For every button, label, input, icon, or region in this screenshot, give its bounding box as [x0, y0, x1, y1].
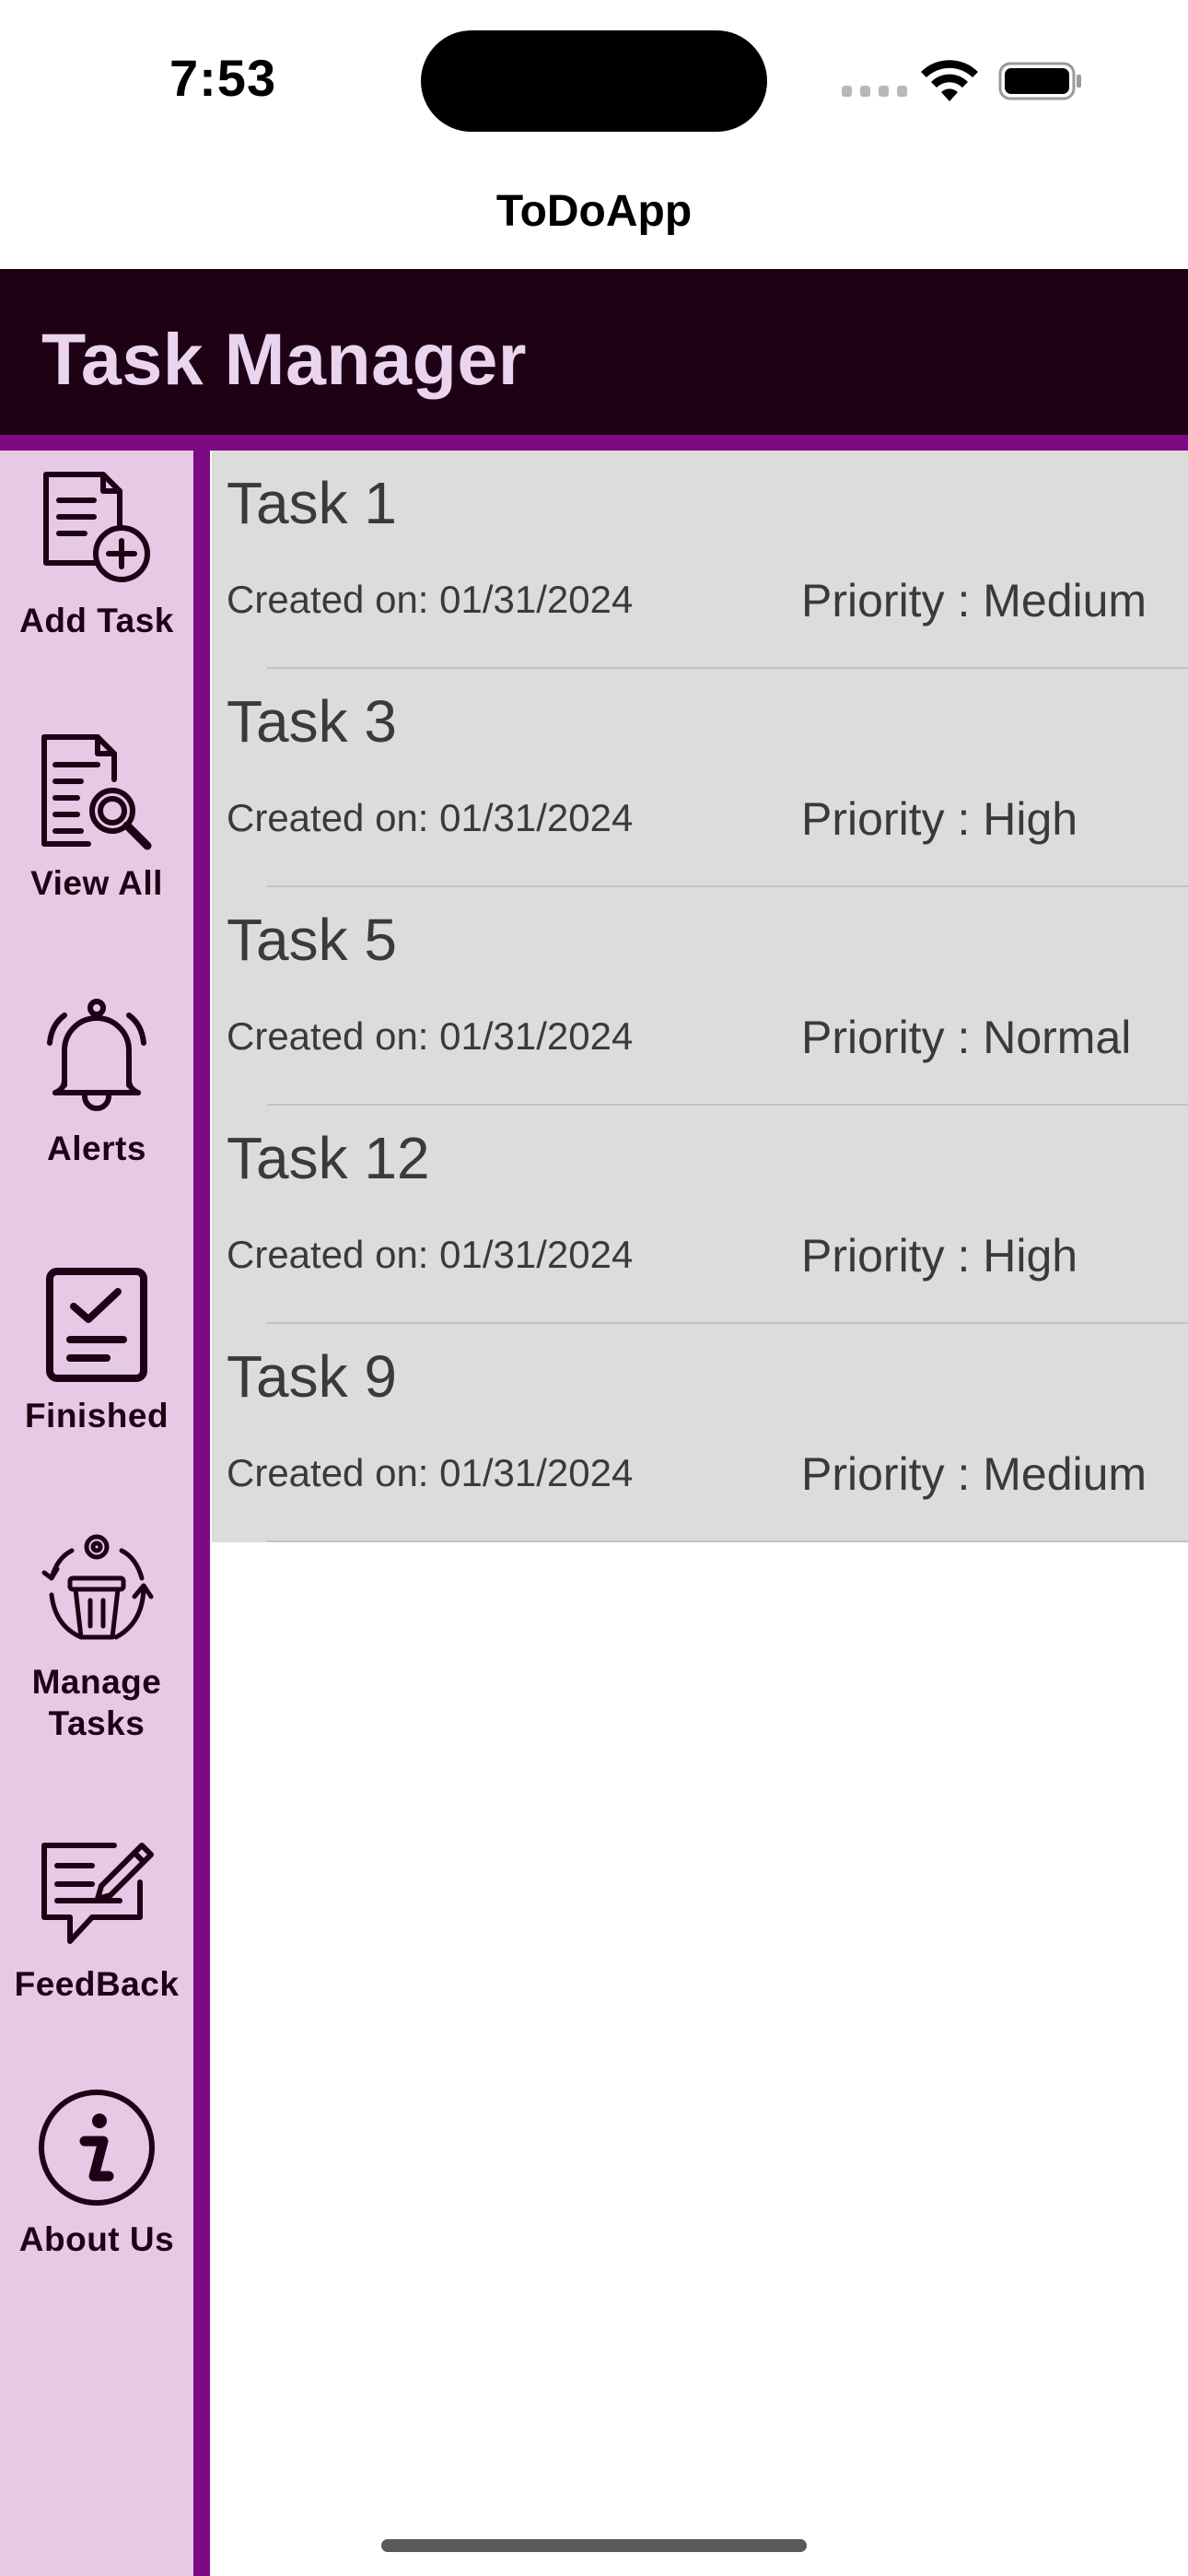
task-row[interactable]: Task 9 Created on: 01/31/2024 Priority :…: [212, 1324, 1188, 1542]
navigation-bar: ToDoApp: [0, 157, 1188, 269]
checklist-icon: [46, 1268, 147, 1382]
task-row[interactable]: Task 12 Created on: 01/31/2024 Priority …: [212, 1106, 1188, 1324]
sidebar-item-view-all[interactable]: View All: [0, 732, 193, 904]
header-divider: [0, 435, 1188, 451]
search-document-icon: [41, 734, 152, 850]
sidebar-item-about-us[interactable]: About Us: [0, 2088, 193, 2260]
task-title: Task 9: [227, 1343, 397, 1410]
dynamic-island: [421, 30, 767, 132]
sidebar: Add Task View All Alerts Finished Manage…: [0, 451, 193, 2576]
sidebar-item-finished[interactable]: Finished: [0, 1264, 193, 1436]
sidebar-item-label: About Us: [18, 2220, 175, 2258]
task-created-date: Created on: 01/31/2024: [227, 1451, 634, 1494]
task-row[interactable]: Task 1 Created on: 01/31/2024 Priority :…: [212, 451, 1188, 669]
bell-icon: [47, 999, 146, 1111]
sidebar-item-add-task[interactable]: Add Task: [0, 469, 193, 641]
info-icon: [39, 2090, 155, 2206]
task-list: Task 1 Created on: 01/31/2024 Priority :…: [212, 451, 1188, 1542]
sidebar-item-feedback[interactable]: FeedBack: [0, 1832, 193, 2005]
cellular-signal-icon: [842, 86, 907, 97]
home-indicator[interactable]: [381, 2539, 807, 2552]
sidebar-item-label: Manage Tasks: [31, 1663, 162, 1742]
sidebar-item-label: Finished: [24, 1397, 169, 1434]
sidebar-item-label: View All: [30, 864, 163, 902]
trash-cycle-icon: [41, 1534, 154, 1640]
task-created-date: Created on: 01/31/2024: [227, 1233, 634, 1276]
row-separator: [267, 1540, 1188, 1542]
page-title: Task Manager: [41, 318, 528, 400]
sidebar-divider: [193, 451, 210, 2576]
status-bar: 7:53: [0, 0, 1188, 157]
task-priority: Priority : Normal: [801, 1012, 1132, 1063]
task-title: Task 1: [227, 470, 397, 536]
wifi-icon: [921, 60, 978, 101]
task-priority: Priority : High: [801, 1230, 1078, 1282]
task-priority: Priority : High: [801, 793, 1078, 845]
task-created-date: Created on: 01/31/2024: [227, 796, 634, 839]
sidebar-item-alerts[interactable]: Alerts: [0, 997, 193, 1169]
page-header: Task Manager: [0, 269, 1188, 435]
sidebar-item-label: Alerts: [47, 1130, 146, 1167]
task-row[interactable]: Task 3 Created on: 01/31/2024 Priority :…: [212, 669, 1188, 887]
task-title: Task 12: [227, 1125, 430, 1191]
task-priority: Priority : Medium: [801, 575, 1147, 626]
sidebar-item-label: FeedBack: [14, 1965, 180, 2003]
task-title: Task 5: [227, 907, 397, 973]
feedback-icon: [41, 1843, 154, 1944]
task-created-date: Created on: 01/31/2024: [227, 1014, 634, 1058]
task-created-date: Created on: 01/31/2024: [227, 578, 634, 621]
battery-icon: [998, 62, 1081, 100]
task-priority: Priority : Medium: [801, 1448, 1147, 1500]
add-document-icon: [43, 472, 150, 582]
sidebar-item-manage-tasks[interactable]: Manage Tasks: [0, 1530, 193, 1744]
task-title: Task 3: [227, 688, 397, 755]
sidebar-item-label: Add Task: [19, 602, 174, 639]
app-title: ToDoApp: [495, 187, 693, 236]
task-row[interactable]: Task 5 Created on: 01/31/2024 Priority :…: [212, 887, 1188, 1106]
status-time: 7:53: [169, 49, 277, 107]
